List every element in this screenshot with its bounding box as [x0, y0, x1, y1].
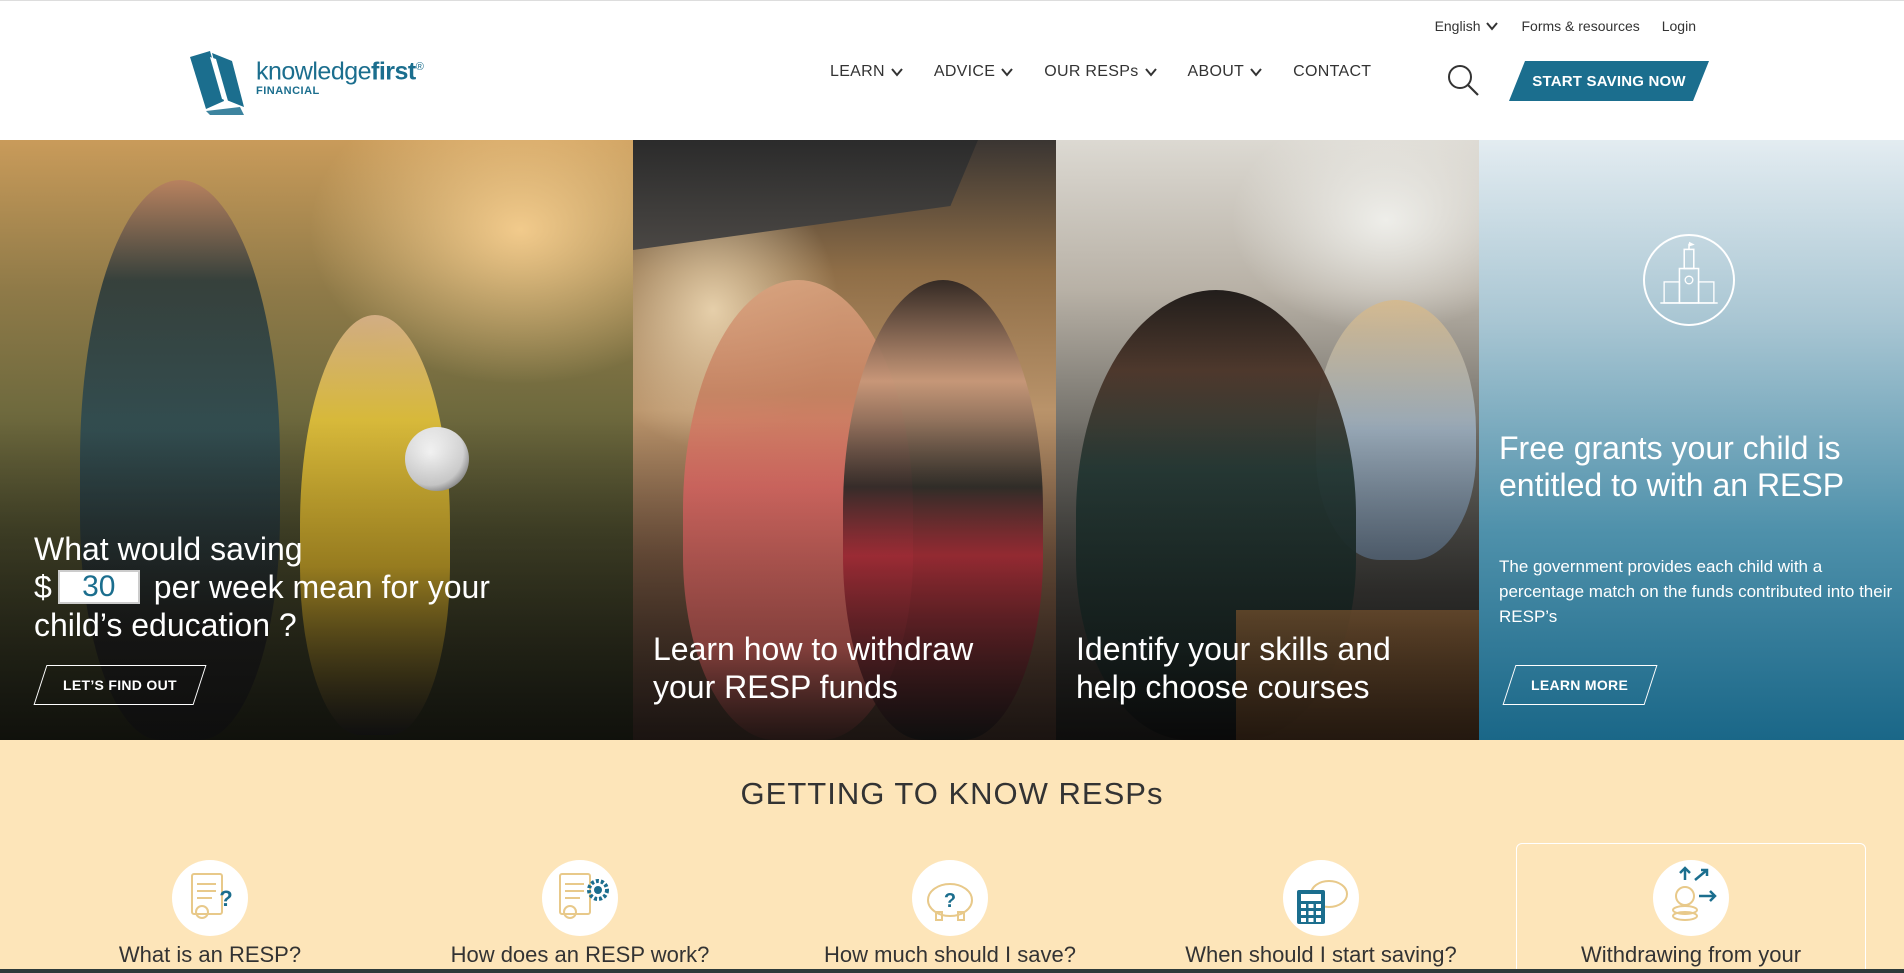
- getting-to-know-section: GETTING TO KNOW RESPs ? What is an RESP?: [0, 740, 1904, 973]
- chevron-down-icon: [1144, 68, 1157, 77]
- parliament-icon: [1643, 234, 1735, 326]
- svg-text:?: ?: [944, 890, 956, 912]
- main-nav: LEARN ADVICE OUR RESPs ABOUT CONTACT: [830, 63, 1401, 81]
- grants-title: Free grants your child is entitled to wi…: [1499, 430, 1845, 503]
- card-what-is-resp[interactable]: ? What is an RESP?: [45, 860, 375, 968]
- card-label: How does an RESP work?: [450, 942, 710, 967]
- card-withdrawing[interactable]: Withdrawing from your: [1526, 860, 1856, 968]
- card-how-much-save[interactable]: ? How much should I save?: [785, 860, 1115, 968]
- document-gear-icon: [559, 873, 609, 919]
- grants-description: The government provides each child with …: [1499, 557, 1893, 626]
- lets-find-out-button[interactable]: LET’S FIND OUT: [33, 665, 207, 705]
- chevron-down-icon: [1250, 68, 1262, 77]
- hero-panel-grants: Free grants your child is entitled to wi…: [1479, 140, 1904, 740]
- card-label: When should I start saving?: [1185, 942, 1457, 967]
- piggy-bank-question-icon: ?: [927, 883, 973, 921]
- svg-text:?: ?: [219, 886, 232, 911]
- coins-arrows-icon: [1672, 866, 1717, 921]
- calculator-piggy-icon: [1297, 880, 1348, 924]
- card-label: What is an RESP?: [118, 942, 302, 967]
- hero-panel-savings: What would saving $ 30 per week mean for…: [0, 140, 633, 740]
- logo-wordmark: knowledgefirst®: [256, 57, 424, 86]
- savings-headline: What would saving $ 30 per week mean for…: [34, 531, 490, 643]
- login-link[interactable]: Login: [1651, 18, 1707, 34]
- hero-banner: What would saving $ 30 per week mean for…: [0, 140, 1904, 740]
- brand-logo[interactable]: knowledgefirst® FINANCIAL: [188, 49, 428, 115]
- chevron-down-icon: [1001, 68, 1014, 77]
- bottom-edge-bar: [0, 969, 1904, 973]
- language-selector[interactable]: English: [1424, 18, 1511, 34]
- skills-caption: Identify your skills and help choose cou…: [1076, 631, 1391, 705]
- nav-advice[interactable]: ADVICE: [934, 63, 1014, 81]
- nav-contact[interactable]: CONTACT: [1293, 63, 1371, 81]
- nav-learn[interactable]: LEARN: [830, 63, 904, 81]
- logo-text: knowledgefirst® FINANCIAL: [256, 55, 424, 98]
- hero-panel-withdraw[interactable]: Learn how to withdraw your RESP funds: [633, 140, 1056, 740]
- hero-panel-skills[interactable]: Identify your skills and help choose cou…: [1056, 140, 1479, 740]
- search-icon[interactable]: [1446, 63, 1480, 97]
- start-saving-button[interactable]: START SAVING NOW: [1509, 61, 1709, 101]
- weekly-amount-input[interactable]: 30: [57, 570, 140, 604]
- card-label: How much should I save?: [824, 942, 1076, 967]
- learn-more-button[interactable]: LEARN MORE: [1502, 665, 1658, 705]
- nav-about[interactable]: ABOUT: [1188, 63, 1264, 81]
- logo-mark-icon: [190, 51, 244, 115]
- card-label: Withdrawing from your: [1580, 942, 1802, 967]
- card-how-resp-works[interactable]: How does an RESP work?: [415, 860, 745, 968]
- photo-car-trunk: [633, 140, 978, 250]
- section-title: GETTING TO KNOW RESPs: [740, 776, 1164, 811]
- nav-our-resps[interactable]: OUR RESPs: [1044, 63, 1157, 81]
- utility-nav: English Forms & resources Login: [1424, 18, 1707, 34]
- forms-resources-link[interactable]: Forms & resources: [1510, 18, 1650, 34]
- withdraw-caption: Learn how to withdraw your RESP funds: [653, 631, 974, 705]
- chevron-down-icon: [891, 68, 903, 77]
- chevron-down-icon: [1486, 22, 1499, 31]
- card-when-start[interactable]: When should I start saving?: [1156, 860, 1486, 968]
- logo-subtitle: FINANCIAL: [256, 85, 320, 98]
- document-question-icon: ?: [191, 873, 233, 919]
- site-header: knowledgefirst® FINANCIAL English Forms …: [0, 0, 1904, 140]
